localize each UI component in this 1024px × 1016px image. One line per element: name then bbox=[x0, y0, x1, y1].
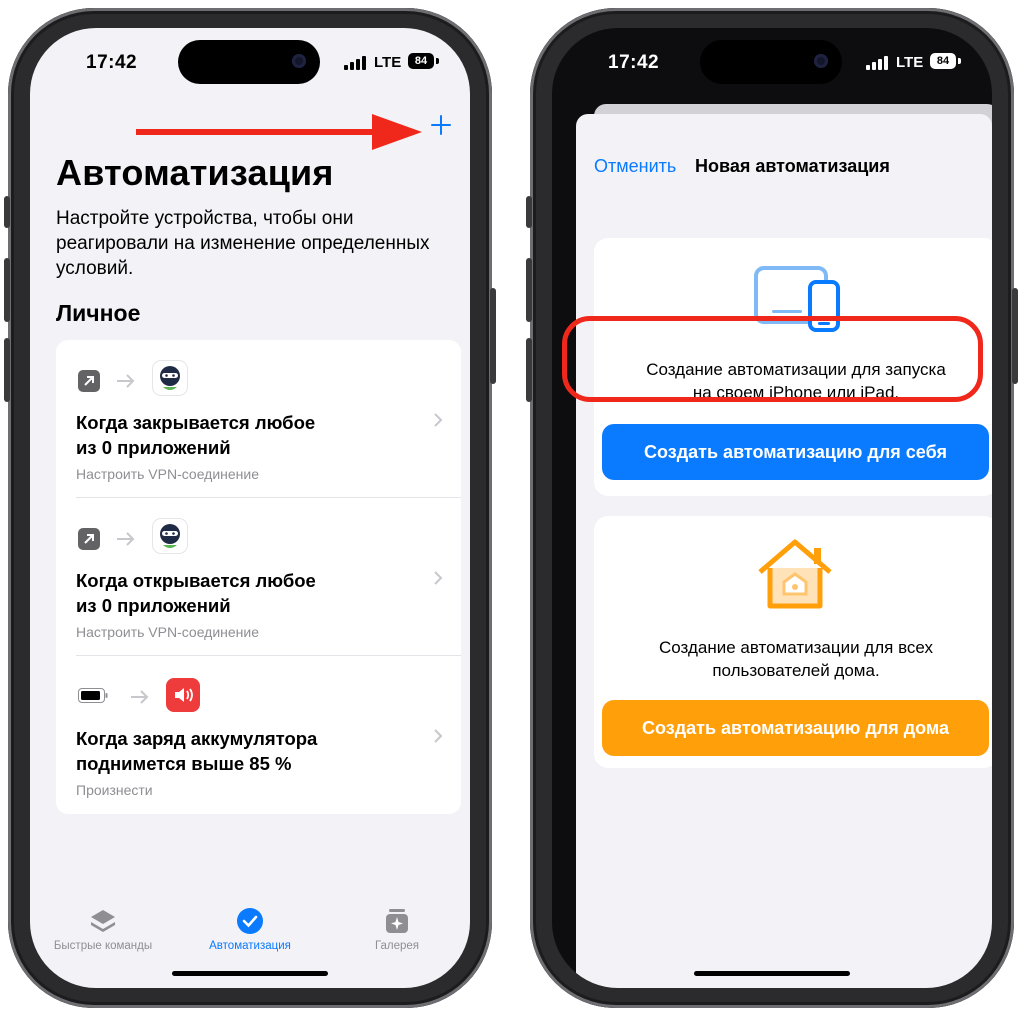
silent-switch bbox=[4, 196, 10, 228]
app-open-arrow-icon bbox=[78, 370, 100, 392]
create-personal-automation-button[interactable]: Создать автоматизацию для себя bbox=[602, 424, 989, 480]
layers-icon bbox=[91, 910, 115, 932]
gallery-icon bbox=[386, 909, 408, 933]
new-automation-sheet: Отменить Новая автоматизация Создание ав… bbox=[576, 114, 992, 988]
volume-up-button bbox=[526, 258, 532, 322]
automation-list: Когда закрывается любое из 0 приложений Н… bbox=[56, 340, 461, 814]
signal-icon bbox=[344, 56, 368, 70]
row-title: Когда закрывается любое из 0 приложений bbox=[76, 412, 316, 458]
row-title: Когда заряд аккумулятора поднимется выше … bbox=[76, 728, 318, 774]
flow-arrow-icon bbox=[131, 690, 149, 704]
status-bar: 17:42 LTE 84 bbox=[30, 28, 470, 98]
battery-icon bbox=[78, 688, 108, 703]
flow-arrow-icon bbox=[117, 532, 135, 546]
section-header-personal: Личное bbox=[56, 300, 141, 326]
vpn-ninja-icon bbox=[153, 519, 187, 553]
page-title: Автоматизация bbox=[56, 152, 334, 193]
automation-row[interactable]: Когда закрывается любое из 0 приложений Н… bbox=[56, 340, 461, 498]
row-subtitle: Произнести bbox=[76, 782, 153, 798]
page-subtitle: Настройте устройства, чтобы они реагиров… bbox=[56, 208, 430, 279]
sheet-title: Новая автоматизация bbox=[695, 156, 890, 176]
automation-row[interactable]: Когда открывается любое из 0 приложений Н… bbox=[56, 498, 461, 656]
row-title: Когда открывается любое из 0 приложений bbox=[76, 570, 316, 616]
network-type: LTE bbox=[896, 54, 924, 71]
home-icon bbox=[758, 539, 832, 609]
status-time: 17:42 bbox=[608, 52, 660, 73]
side-button bbox=[490, 288, 496, 384]
new-automation-screen: 17:42 LTE 84 Отменить Новая автоматизаци… bbox=[552, 28, 992, 988]
network-type: LTE bbox=[374, 54, 402, 71]
red-arrow-annotation-icon bbox=[136, 114, 422, 150]
volume-up-button bbox=[4, 258, 10, 322]
battery-icon: 84 bbox=[408, 53, 434, 69]
status-time: 17:42 bbox=[86, 52, 138, 73]
battery-cap bbox=[958, 58, 961, 64]
status-bar: 17:42 LTE 84 bbox=[552, 28, 992, 98]
chevron-right-icon bbox=[434, 729, 443, 743]
tab-shortcuts[interactable]: Быстрые команды bbox=[30, 906, 176, 952]
row-subtitle: Настроить VPN-соединение bbox=[76, 624, 260, 640]
vpn-ninja-icon bbox=[153, 361, 187, 395]
left-phone: 17:42 LTE 84 Автоматизация Настройте уст… bbox=[4, 8, 496, 1008]
row-subtitle: Настроить VPN-соединение bbox=[76, 466, 260, 482]
red-highlight-annotation bbox=[562, 316, 983, 402]
side-button bbox=[1012, 288, 1018, 384]
create-home-automation-button[interactable]: Создать автоматизацию для дома bbox=[602, 700, 989, 756]
home-automation-card: Создание автоматизации для всех пользоват… bbox=[594, 516, 992, 768]
camera-icon bbox=[814, 54, 828, 68]
automation-row[interactable]: Когда заряд аккумулятора поднимется выше … bbox=[56, 656, 461, 814]
tab-automation[interactable]: Автоматизация bbox=[177, 906, 323, 952]
right-phone: 17:42 LTE 84 Отменить Новая автоматизаци… bbox=[526, 8, 1018, 1008]
battery-icon: 84 bbox=[930, 53, 956, 69]
automation-screen: 17:42 LTE 84 Автоматизация Настройте уст… bbox=[30, 28, 470, 988]
home-indicator bbox=[172, 971, 328, 976]
battery-cap bbox=[436, 58, 439, 64]
clock-check-icon bbox=[237, 908, 263, 934]
home-indicator bbox=[694, 971, 850, 976]
silent-switch bbox=[526, 196, 532, 228]
app-open-arrow-icon bbox=[78, 528, 100, 550]
chevron-right-icon bbox=[434, 571, 443, 585]
volume-down-button bbox=[526, 338, 532, 402]
camera-icon bbox=[292, 54, 306, 68]
speaker-icon bbox=[166, 678, 200, 712]
dynamic-island bbox=[178, 40, 320, 84]
home-description: Создание автоматизации для всех пользоват… bbox=[658, 638, 933, 680]
add-automation-button[interactable] bbox=[426, 110, 456, 140]
signal-icon bbox=[866, 56, 890, 70]
cancel-button[interactable]: Отменить bbox=[594, 156, 676, 177]
tab-gallery[interactable]: Галерея bbox=[324, 906, 470, 952]
chevron-right-icon bbox=[434, 413, 443, 427]
volume-down-button bbox=[4, 338, 10, 402]
dynamic-island bbox=[700, 40, 842, 84]
flow-arrow-icon bbox=[117, 374, 135, 388]
